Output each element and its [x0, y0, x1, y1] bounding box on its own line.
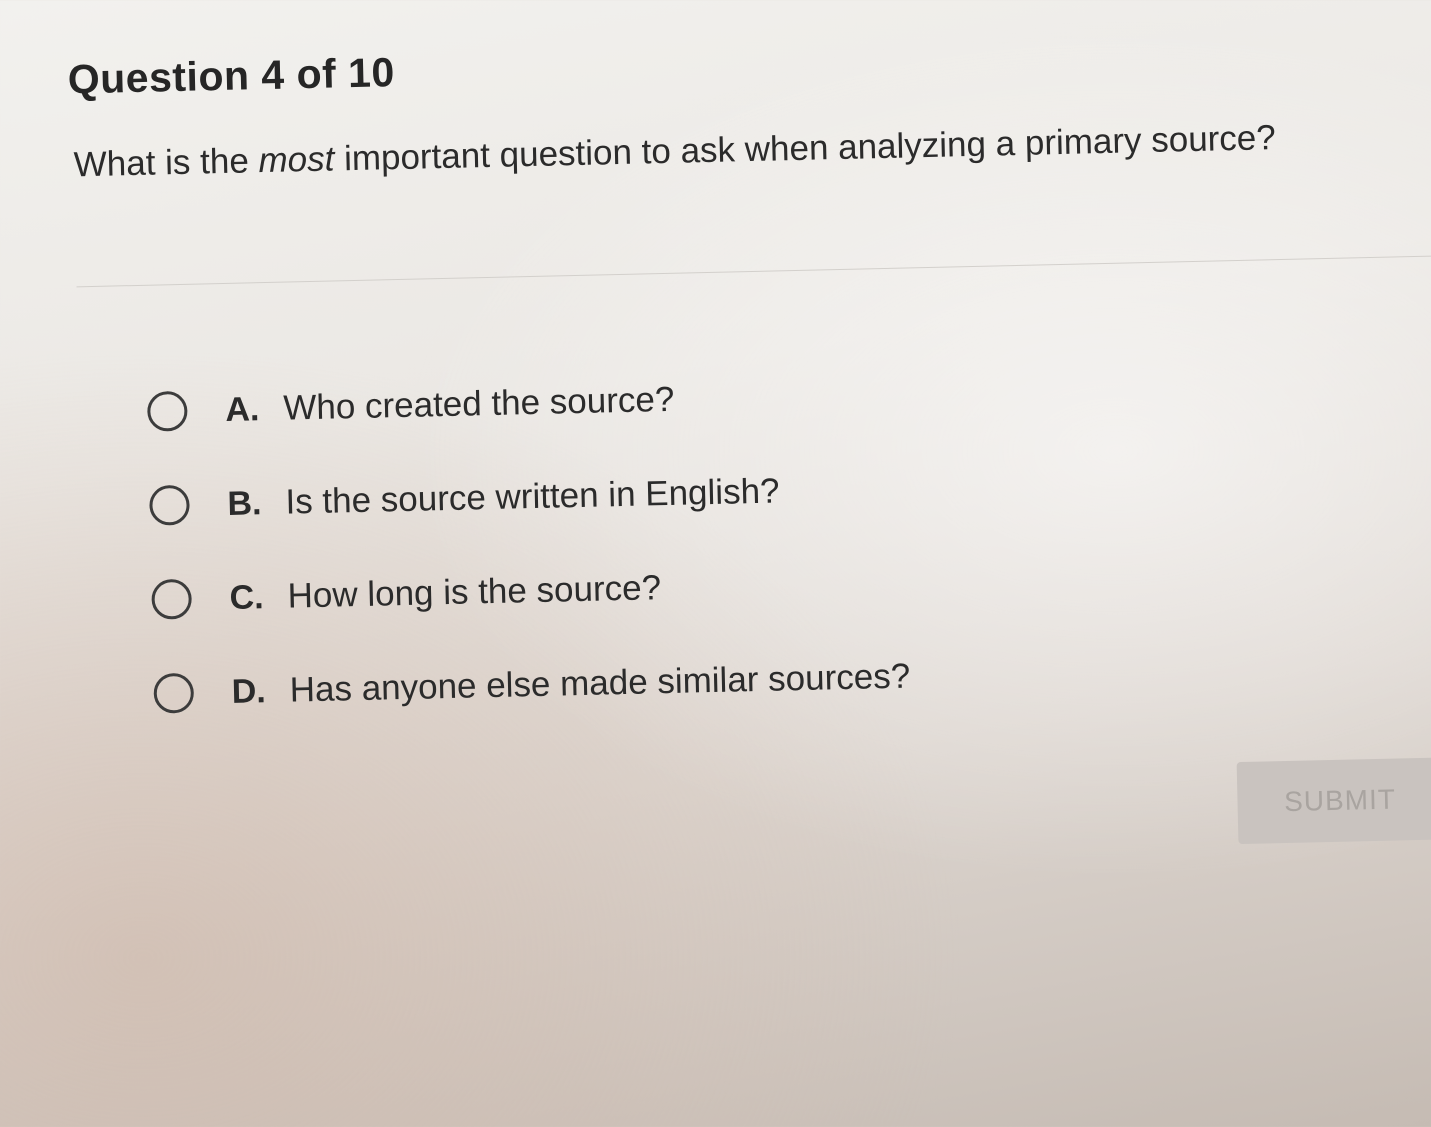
option-text: Has anyone else made similar sources?	[289, 656, 911, 710]
option-b[interactable]: B. Is the source written in English?	[148, 442, 907, 553]
option-letter: C.	[229, 577, 265, 617]
option-letter: A.	[224, 389, 260, 429]
radio-button[interactable]	[153, 672, 195, 714]
submit-button[interactable]: SUBMIT	[1236, 757, 1431, 845]
option-text: Is the source written in English?	[285, 471, 780, 522]
option-text: How long is the source?	[287, 568, 662, 616]
question-text-start: What is the	[73, 141, 259, 185]
radio-button[interactable]	[151, 578, 193, 620]
divider	[76, 255, 1431, 288]
option-d[interactable]: D. Has anyone else made similar sources?	[153, 630, 912, 741]
option-a[interactable]: A. Who created the source?	[146, 348, 905, 459]
question-number: Question 4 of 10	[67, 49, 396, 103]
question-text-end: important question to ask when analyzing…	[333, 118, 1277, 179]
option-c[interactable]: C. How long is the source?	[151, 536, 910, 647]
option-text: Who created the source?	[282, 379, 675, 428]
quiz-panel: Question 4 of 10 What is the most import…	[0, 0, 1431, 1127]
question-text-emphasis: most	[258, 139, 335, 181]
radio-button[interactable]	[146, 390, 188, 432]
question-text: What is the most important question to a…	[73, 111, 1294, 193]
option-letter: B.	[227, 483, 262, 523]
answer-options: A. Who created the source? B. Is the sou…	[146, 348, 911, 741]
radio-button[interactable]	[149, 484, 190, 526]
option-letter: D.	[231, 671, 267, 711]
